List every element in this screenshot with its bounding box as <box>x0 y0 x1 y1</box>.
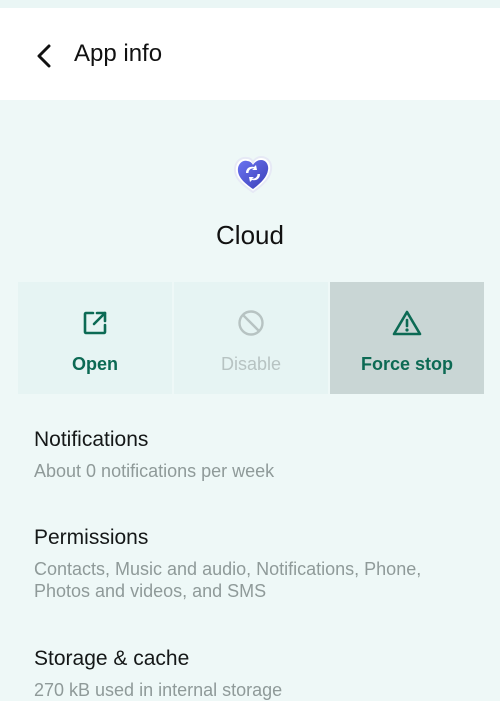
cloud-sync-app-icon <box>231 152 275 196</box>
storage-title: Storage & cache <box>34 647 190 670</box>
notifications-summary: About 0 notifications per week <box>34 461 275 481</box>
open-button[interactable]: Open <box>18 282 172 394</box>
disable-label: Disable <box>220 354 282 374</box>
app-bar: App info <box>0 8 500 100</box>
permissions-summary: Contacts, Music and audio, Notifications… <box>34 559 422 601</box>
permissions-title: Permissions <box>34 526 149 549</box>
notifications-item[interactable]: Notifications About 0 notifications per … <box>34 428 474 482</box>
storage-summary: 270 kB used in internal storage <box>34 680 283 700</box>
open-label: Open <box>71 354 118 374</box>
back-button[interactable] <box>30 42 58 70</box>
storage-cache-item[interactable]: Storage & cache 270 kB used in internal … <box>34 647 474 701</box>
status-bar-area <box>0 0 500 8</box>
warning-triangle-icon <box>392 310 422 336</box>
open-external-icon <box>83 311 107 335</box>
disable-button[interactable]: Disable <box>174 282 328 394</box>
permissions-item[interactable]: Permissions Contacts, Music and audio, N… <box>34 526 474 602</box>
force-stop-label: Force stop <box>360 354 453 374</box>
arrow-back-icon <box>37 44 51 68</box>
force-stop-button[interactable]: Force stop <box>330 282 484 394</box>
disable-circle-icon <box>238 310 264 336</box>
app-name: Cloud <box>216 220 284 250</box>
app-actions: Open Disable Force stop <box>18 282 484 394</box>
page-title: App info <box>74 40 163 67</box>
notifications-title: Notifications <box>34 428 149 451</box>
